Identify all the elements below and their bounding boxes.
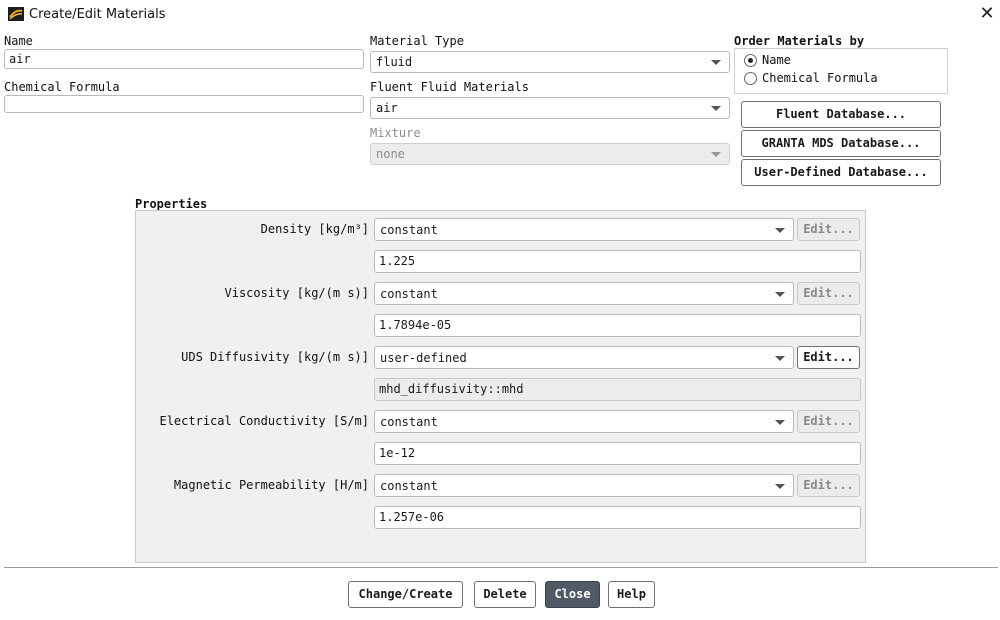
fluent-app-icon	[8, 7, 24, 21]
fluent-fluid-materials-value: air	[376, 101, 398, 115]
uds-diffusivity-method-dropdown[interactable]: user-defined	[374, 346, 794, 369]
order-by-formula-label[interactable]: Chemical Formula	[762, 71, 878, 85]
user-defined-database-button[interactable]: User-Defined Database...	[741, 159, 941, 186]
chevron-down-icon	[775, 483, 785, 489]
granta-mds-database-button[interactable]: GRANTA MDS Database...	[741, 130, 941, 157]
order-by-name-label[interactable]: Name	[762, 53, 791, 67]
viscosity-label: Viscosity [kg/(m s)]	[224, 286, 370, 300]
delete-button[interactable]: Delete	[474, 581, 536, 608]
chemical-formula-label: Chemical Formula	[4, 80, 120, 94]
properties-label: Properties	[135, 197, 208, 211]
density-method-value: constant	[380, 222, 438, 237]
magnetic-permeability-method-value: constant	[380, 478, 438, 493]
change-create-button[interactable]: Change/Create	[348, 581, 463, 608]
magnetic-permeability-value-input[interactable]: 1.257e-06	[374, 506, 861, 529]
viscosity-value-input[interactable]: 1.7894e-05	[374, 314, 861, 337]
electrical-conductivity-value-input[interactable]: 1e-12	[374, 442, 861, 465]
magnetic-permeability-edit-button: Edit...	[797, 474, 860, 497]
chemical-formula-input[interactable]	[4, 95, 364, 113]
properties-panel: Density [kg/m³] constant Edit... 1.225 V…	[135, 210, 866, 563]
chevron-down-icon	[775, 419, 785, 425]
viscosity-method-value: constant	[380, 286, 438, 301]
viscosity-edit-button: Edit...	[797, 282, 860, 305]
density-label: Density [kg/m³]	[260, 222, 369, 236]
order-by-formula-radio[interactable]	[744, 72, 757, 85]
material-type-label: Material Type	[370, 34, 464, 48]
mixture-value: none	[376, 147, 405, 161]
electrical-conductivity-method-dropdown[interactable]: constant	[374, 410, 794, 433]
fluent-fluid-materials-dropdown[interactable]: air	[370, 97, 730, 119]
material-type-dropdown[interactable]: fluid	[370, 51, 730, 73]
name-input[interactable]: air	[4, 49, 364, 69]
chevron-down-icon	[775, 355, 785, 361]
density-method-dropdown[interactable]: constant	[374, 218, 794, 241]
fluent-fluid-materials-label: Fluent Fluid Materials	[370, 80, 529, 94]
chevron-down-icon	[775, 291, 785, 297]
density-value-input[interactable]: 1.225	[374, 250, 861, 273]
chevron-down-icon	[711, 152, 721, 157]
name-label: Name	[4, 34, 33, 48]
magnetic-permeability-method-dropdown[interactable]: constant	[374, 474, 794, 497]
magnetic-permeability-label: Magnetic Permeability [H/m]	[173, 478, 369, 492]
electrical-conductivity-method-value: constant	[380, 414, 438, 429]
mixture-dropdown: none	[370, 143, 730, 165]
help-button[interactable]: Help	[608, 581, 655, 608]
uds-diffusivity-method-value: user-defined	[380, 350, 467, 365]
chevron-down-icon	[775, 227, 785, 233]
chevron-down-icon	[711, 60, 721, 65]
uds-diffusivity-value-field: mhd_diffusivity::mhd	[374, 378, 861, 401]
chevron-down-icon	[711, 106, 721, 111]
electrical-conductivity-edit-button: Edit...	[797, 410, 860, 433]
order-by-name-radio[interactable]	[744, 54, 757, 67]
close-button[interactable]: Close	[545, 581, 600, 608]
uds-diffusivity-edit-button[interactable]: Edit...	[797, 346, 860, 369]
close-icon[interactable]: ✕	[976, 3, 998, 25]
footer-separator	[4, 567, 998, 568]
title-bar: Create/Edit Materials ✕	[0, 0, 1000, 30]
order-by-label: Order Materials by	[734, 34, 865, 48]
mixture-label: Mixture	[370, 126, 421, 140]
density-edit-button: Edit...	[797, 218, 860, 241]
viscosity-method-dropdown[interactable]: constant	[374, 282, 794, 305]
fluent-database-button[interactable]: Fluent Database...	[741, 101, 941, 128]
electrical-conductivity-label: Electrical Conductivity [S/m]	[159, 414, 369, 428]
material-type-value: fluid	[376, 55, 413, 69]
uds-diffusivity-label: UDS Diffusivity [kg/(m s)]	[181, 350, 369, 364]
order-by-group: Name Chemical Formula	[734, 48, 948, 94]
window-title: Create/Edit Materials	[29, 7, 166, 22]
